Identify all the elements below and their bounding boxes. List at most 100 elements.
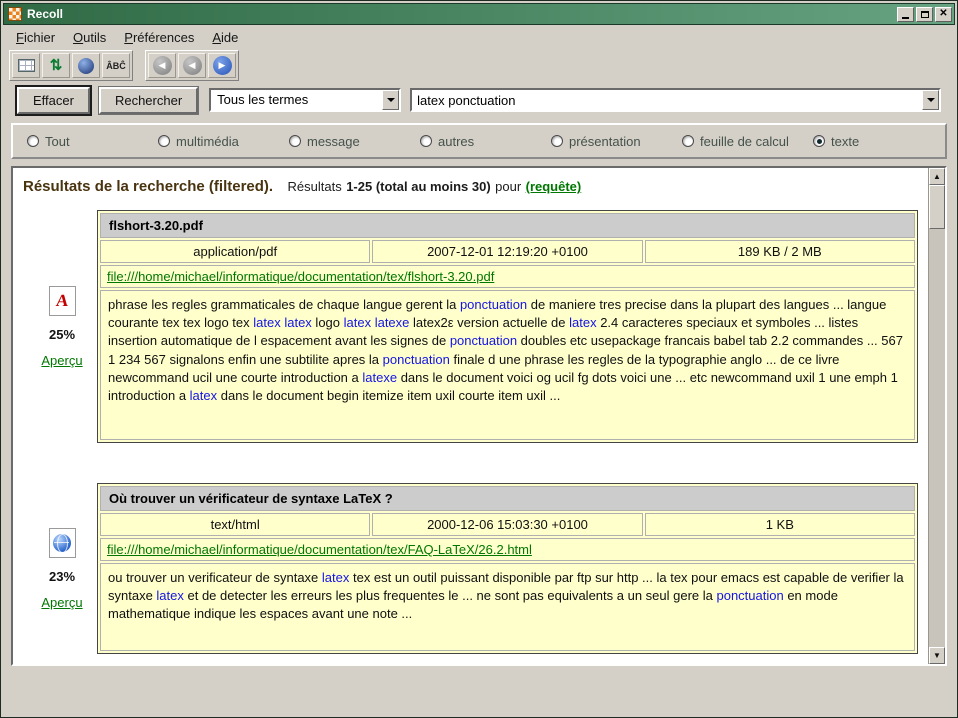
result-sidebar: A 25% Aperçu — [27, 210, 97, 443]
scroll-up-button[interactable]: ▲ — [929, 168, 945, 185]
scroll-up-icon: ▲ — [933, 172, 941, 181]
menu-aide[interactable]: Aide — [203, 27, 247, 48]
sort-params-button[interactable]: ⇅ — [42, 53, 70, 78]
history-globe-icon — [78, 58, 94, 74]
filter-multimedia[interactable]: multimédia — [158, 134, 289, 149]
result-card: Où trouver un vérificateur de syntaxe La… — [97, 483, 918, 654]
relevance-percent: 23% — [49, 569, 75, 584]
radio-icon[interactable] — [158, 135, 170, 147]
pdf-file-icon: A — [49, 286, 76, 316]
document-table-icon — [18, 59, 35, 72]
mode-dropdown-arrow-icon[interactable] — [382, 90, 399, 110]
window-title: Recoll — [27, 7, 892, 21]
result-url-cell: file:///home/michael/informatique/docume… — [100, 265, 915, 288]
filter-message[interactable]: message — [289, 134, 420, 149]
filter-bar: Tout multimédia message autres présentat… — [11, 123, 947, 159]
app-icon — [8, 7, 22, 21]
minimize-button[interactable] — [897, 7, 914, 22]
filter-label: message — [307, 134, 360, 149]
results-connector: pour — [495, 179, 521, 194]
minimize-icon — [902, 17, 909, 19]
clear-button[interactable]: Effacer — [17, 87, 90, 114]
query-link[interactable]: (requête) — [526, 179, 582, 194]
statusbar — [3, 666, 955, 715]
scroll-down-icon: ▼ — [933, 651, 941, 660]
result-url-cell: file:///home/michael/informatique/docume… — [100, 538, 915, 561]
result-title: flshort-3.20.pdf — [100, 213, 915, 238]
filter-label: présentation — [569, 134, 641, 149]
menu-preferences[interactable]: Préférences — [115, 27, 203, 48]
results-scrollbar[interactable]: ▲ ▼ — [928, 168, 945, 664]
maximize-button[interactable] — [916, 7, 933, 22]
radio-icon[interactable] — [420, 135, 432, 147]
first-page-button[interactable]: ◀ — [148, 53, 176, 78]
preview-link[interactable]: Aperçu — [41, 595, 82, 610]
filter-texte[interactable]: texte — [813, 134, 859, 149]
result-card: flshort-3.20.pdf application/pdf 2007-12… — [97, 210, 918, 443]
query-dropdown-arrow-icon[interactable] — [922, 90, 939, 110]
globe-icon — [53, 534, 71, 552]
filter-label: feuille de calcul — [700, 134, 789, 149]
close-icon: ✕ — [939, 9, 947, 19]
query-combo[interactable] — [410, 88, 941, 112]
results-title: Résultats de la recherche (filtered). — [23, 178, 273, 195]
scrollbar-track[interactable] — [929, 185, 945, 647]
result-url-link[interactable]: file:///home/michael/informatique/docume… — [107, 269, 494, 284]
search-mode-value: Tous les termes — [211, 90, 382, 110]
results-count-label: Résultats — [288, 179, 342, 194]
search-button[interactable]: Rechercher — [99, 87, 198, 114]
result-item-2: 23% Aperçu Où trouver un vérificateur de… — [27, 483, 918, 654]
close-button[interactable]: ✕ — [935, 7, 952, 22]
radio-icon[interactable] — [27, 135, 39, 147]
html-file-icon — [49, 528, 76, 558]
recoll-window: Recoll ✕ Fichier Outils Préférences Aide… — [0, 0, 958, 718]
next-page-button[interactable]: ▶ — [208, 53, 236, 78]
result-title: Où trouver un vérificateur de syntaxe La… — [100, 486, 915, 511]
toolbar-group-main: ⇅ ÂBĈ — [9, 50, 133, 81]
results-header: Résultats de la recherche (filtered). Ré… — [23, 178, 922, 196]
radio-icon[interactable] — [289, 135, 301, 147]
pdf-glyph: A — [55, 291, 69, 311]
filter-autres[interactable]: autres — [420, 134, 551, 149]
filter-tout[interactable]: Tout — [27, 134, 158, 149]
results-range: 1-25 (total au moins 30) — [346, 179, 490, 194]
advanced-search-button[interactable] — [12, 53, 40, 78]
menu-fichier[interactable]: Fichier — [7, 27, 64, 48]
filter-label: Tout — [45, 134, 70, 149]
scrollbar-thumb[interactable] — [929, 185, 945, 229]
search-input[interactable] — [412, 90, 922, 110]
filter-presentation[interactable]: présentation — [551, 134, 682, 149]
term-explorer-button[interactable]: ÂBĈ — [102, 53, 130, 78]
menubar: Fichier Outils Préférences Aide — [3, 25, 955, 49]
result-meta-row: text/html 2000-12-06 15:03:30 +0100 1 KB — [100, 513, 915, 536]
prev-page-button[interactable]: ◀ — [178, 53, 206, 78]
relevance-percent: 25% — [49, 327, 75, 342]
filter-label: multimédia — [176, 134, 239, 149]
filter-label: autres — [438, 134, 474, 149]
scroll-down-button[interactable]: ▼ — [929, 647, 945, 664]
first-page-icon: ◀ — [153, 56, 172, 75]
filter-label: texte — [831, 134, 859, 149]
filter-feuille-de-calcul[interactable]: feuille de calcul — [682, 134, 813, 149]
toolbar: ⇅ ÂBĈ ◀ ◀ ▶ — [3, 49, 955, 82]
next-page-icon: ▶ — [213, 56, 232, 75]
titlebar[interactable]: Recoll ✕ — [3, 3, 955, 25]
maximize-icon — [921, 11, 929, 18]
preview-link[interactable]: Aperçu — [41, 353, 82, 368]
result-date: 2000-12-06 15:03:30 +0100 — [372, 513, 642, 536]
result-snippet: phrase les regles grammaticales de chaqu… — [100, 290, 915, 440]
radio-icon[interactable] — [813, 135, 825, 147]
result-sidebar: 23% Aperçu — [27, 483, 97, 654]
result-size: 189 KB / 2 MB — [645, 240, 915, 263]
doc-history-button[interactable] — [72, 53, 100, 78]
window-controls: ✕ — [897, 7, 952, 22]
results-area: Résultats de la recherche (filtered). Ré… — [11, 166, 947, 666]
radio-icon[interactable] — [682, 135, 694, 147]
menu-outils[interactable]: Outils — [64, 27, 115, 48]
result-mimetype: text/html — [100, 513, 370, 536]
term-explorer-icon: ÂBĈ — [106, 61, 126, 71]
result-url-link[interactable]: file:///home/michael/informatique/docume… — [107, 542, 532, 557]
radio-icon[interactable] — [551, 135, 563, 147]
prev-page-icon: ◀ — [183, 56, 202, 75]
search-mode-select[interactable]: Tous les termes — [209, 88, 401, 112]
